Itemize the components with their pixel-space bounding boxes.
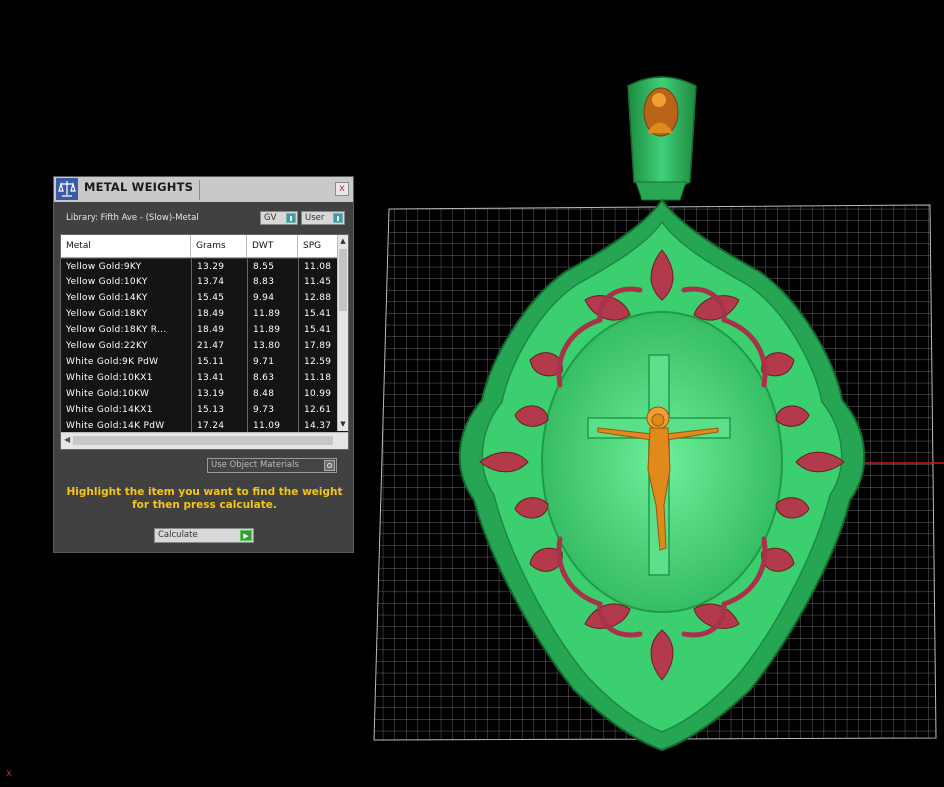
vertical-scroll-thumb[interactable] — [339, 249, 347, 311]
grams-cell: 13.74 — [191, 274, 247, 290]
table-row[interactable]: White Gold:9K PdW 15.11 9.71 12.59 — [61, 354, 340, 370]
metal-cell: Yellow Gold:22KY — [66, 341, 148, 351]
spg-cell: 12.61 — [298, 402, 340, 418]
metal-table[interactable]: Metal Grams DWT SPG Yellow Gold:9KY 13.29… — [60, 234, 349, 450]
dwt-cell: 11.89 — [247, 322, 298, 338]
spg-cell: 10.99 — [298, 386, 340, 402]
user-toggle-label: User — [305, 213, 325, 223]
user-toggle[interactable]: User — [301, 211, 345, 225]
metal-cell: Yellow Gold:18KY R... — [66, 325, 167, 335]
instruction-text: Highlight the item you want to find the … — [66, 486, 343, 511]
dwt-cell: 8.63 — [247, 370, 298, 386]
dwt-cell: 13.80 — [247, 338, 298, 354]
dwt-cell: 9.71 — [247, 354, 298, 370]
metal-cell: White Gold:9K PdW — [66, 357, 159, 367]
grams-cell: 15.45 — [191, 290, 247, 306]
table-row[interactable]: White Gold:14KX1 15.13 9.73 12.61 — [61, 402, 340, 418]
spg-cell: 11.18 — [298, 370, 340, 386]
radio-icon — [324, 460, 335, 471]
grams-cell: 18.49 — [191, 306, 247, 322]
grams-cell: 15.13 — [191, 402, 247, 418]
table-row[interactable]: Yellow Gold:18KY R... 18.49 11.89 15.41 — [61, 322, 340, 338]
table-body: Yellow Gold:9KY 13.29 8.55 11.08 Yellow Gold… — [61, 258, 340, 434]
calculate-button[interactable]: Calculate ▶ — [154, 528, 254, 543]
scroll-down-icon[interactable]: ▼ — [338, 419, 348, 430]
calculate-label: Calculate — [158, 530, 198, 540]
table-row[interactable]: White Gold:10KX1 13.41 8.63 11.18 — [61, 370, 340, 386]
column-header-dwt[interactable]: DWT — [247, 235, 298, 257]
axis-x-label: x — [6, 768, 12, 779]
use-object-materials-label: Use Object Materials — [211, 460, 299, 470]
table-row[interactable]: Yellow Gold:10KY 13.74 8.83 11.45 — [61, 274, 340, 290]
panel-titlebar[interactable]: METAL WEIGHTS x — [54, 177, 353, 202]
spg-cell: 15.41 — [298, 322, 340, 338]
use-object-materials-toggle[interactable]: Use Object Materials — [207, 458, 337, 473]
gv-toggle[interactable]: GV — [260, 211, 298, 225]
library-label: Library: Fifth Ave - (Slow)-Metal — [66, 213, 199, 223]
dwt-cell: 8.48 — [247, 386, 298, 402]
spg-cell: 12.59 — [298, 354, 340, 370]
spg-cell: 12.88 — [298, 290, 340, 306]
column-header-metal[interactable]: Metal — [61, 235, 191, 257]
scroll-left-icon[interactable]: ◀ — [64, 435, 70, 444]
title-tab-divider — [199, 180, 200, 200]
column-header-spg[interactable]: SPG — [298, 235, 340, 257]
grams-cell: 13.29 — [191, 258, 247, 274]
metal-cell: Yellow Gold:9KY — [61, 258, 191, 274]
grams-cell: 13.41 — [191, 370, 247, 386]
metal-cell: Yellow Gold:10KY — [66, 277, 148, 287]
grams-cell: 13.19 — [191, 386, 247, 402]
horizontal-scrollbar[interactable]: ◀ — [61, 432, 348, 449]
gv-toggle-label: GV — [264, 213, 277, 223]
table-row[interactable]: Yellow Gold:14KY 15.45 9.94 12.88 — [61, 290, 340, 306]
column-header-grams[interactable]: Grams — [191, 235, 247, 257]
spg-cell: 11.45 — [298, 274, 340, 290]
metal-cell: White Gold:10KX1 — [66, 373, 153, 383]
panel-title: METAL WEIGHTS — [84, 180, 194, 194]
table-row[interactable]: Yellow Gold:9KY 13.29 8.55 11.08 — [61, 258, 340, 274]
dwt-cell: 9.73 — [247, 402, 298, 418]
dwt-cell: 11.89 — [247, 306, 298, 322]
dwt-cell: 8.83 — [247, 274, 298, 290]
scale-logo-icon — [56, 178, 78, 200]
spg-cell: 17.89 — [298, 338, 340, 354]
table-row[interactable]: White Gold:10KW 13.19 8.48 10.99 — [61, 386, 340, 402]
user-toggle-switch-icon — [333, 213, 343, 223]
horizontal-scroll-thumb[interactable] — [73, 436, 333, 445]
table-header: Metal Grams DWT SPG — [61, 235, 340, 258]
metal-cell: Yellow Gold:14KY — [66, 293, 148, 303]
grams-cell: 18.49 — [191, 322, 247, 338]
dwt-cell: 9.94 — [247, 290, 298, 306]
grams-cell: 15.11 — [191, 354, 247, 370]
close-button[interactable]: x — [335, 182, 349, 196]
spg-cell: 15.41 — [298, 306, 340, 322]
play-arrow-icon: ▶ — [240, 530, 252, 541]
scroll-up-icon[interactable]: ▲ — [338, 236, 348, 247]
vertical-scrollbar[interactable]: ▲ ▼ — [337, 235, 348, 431]
spg-cell: 11.08 — [298, 258, 340, 274]
metal-cell: Yellow Gold:18KY — [66, 309, 148, 319]
table-row[interactable]: Yellow Gold:18KY 18.49 11.89 15.41 — [61, 306, 340, 322]
metal-cell: White Gold:14KX1 — [66, 405, 153, 415]
grams-cell: 21.47 — [191, 338, 247, 354]
gv-toggle-switch-icon — [286, 213, 296, 223]
metal-cell: White Gold:10KW — [66, 389, 150, 399]
dwt-cell: 8.55 — [247, 258, 298, 274]
table-row[interactable]: Yellow Gold:22KY 21.47 13.80 17.89 — [61, 338, 340, 354]
metal-weights-panel: METAL WEIGHTS x Library: Fifth Ave - (Sl… — [53, 176, 354, 553]
